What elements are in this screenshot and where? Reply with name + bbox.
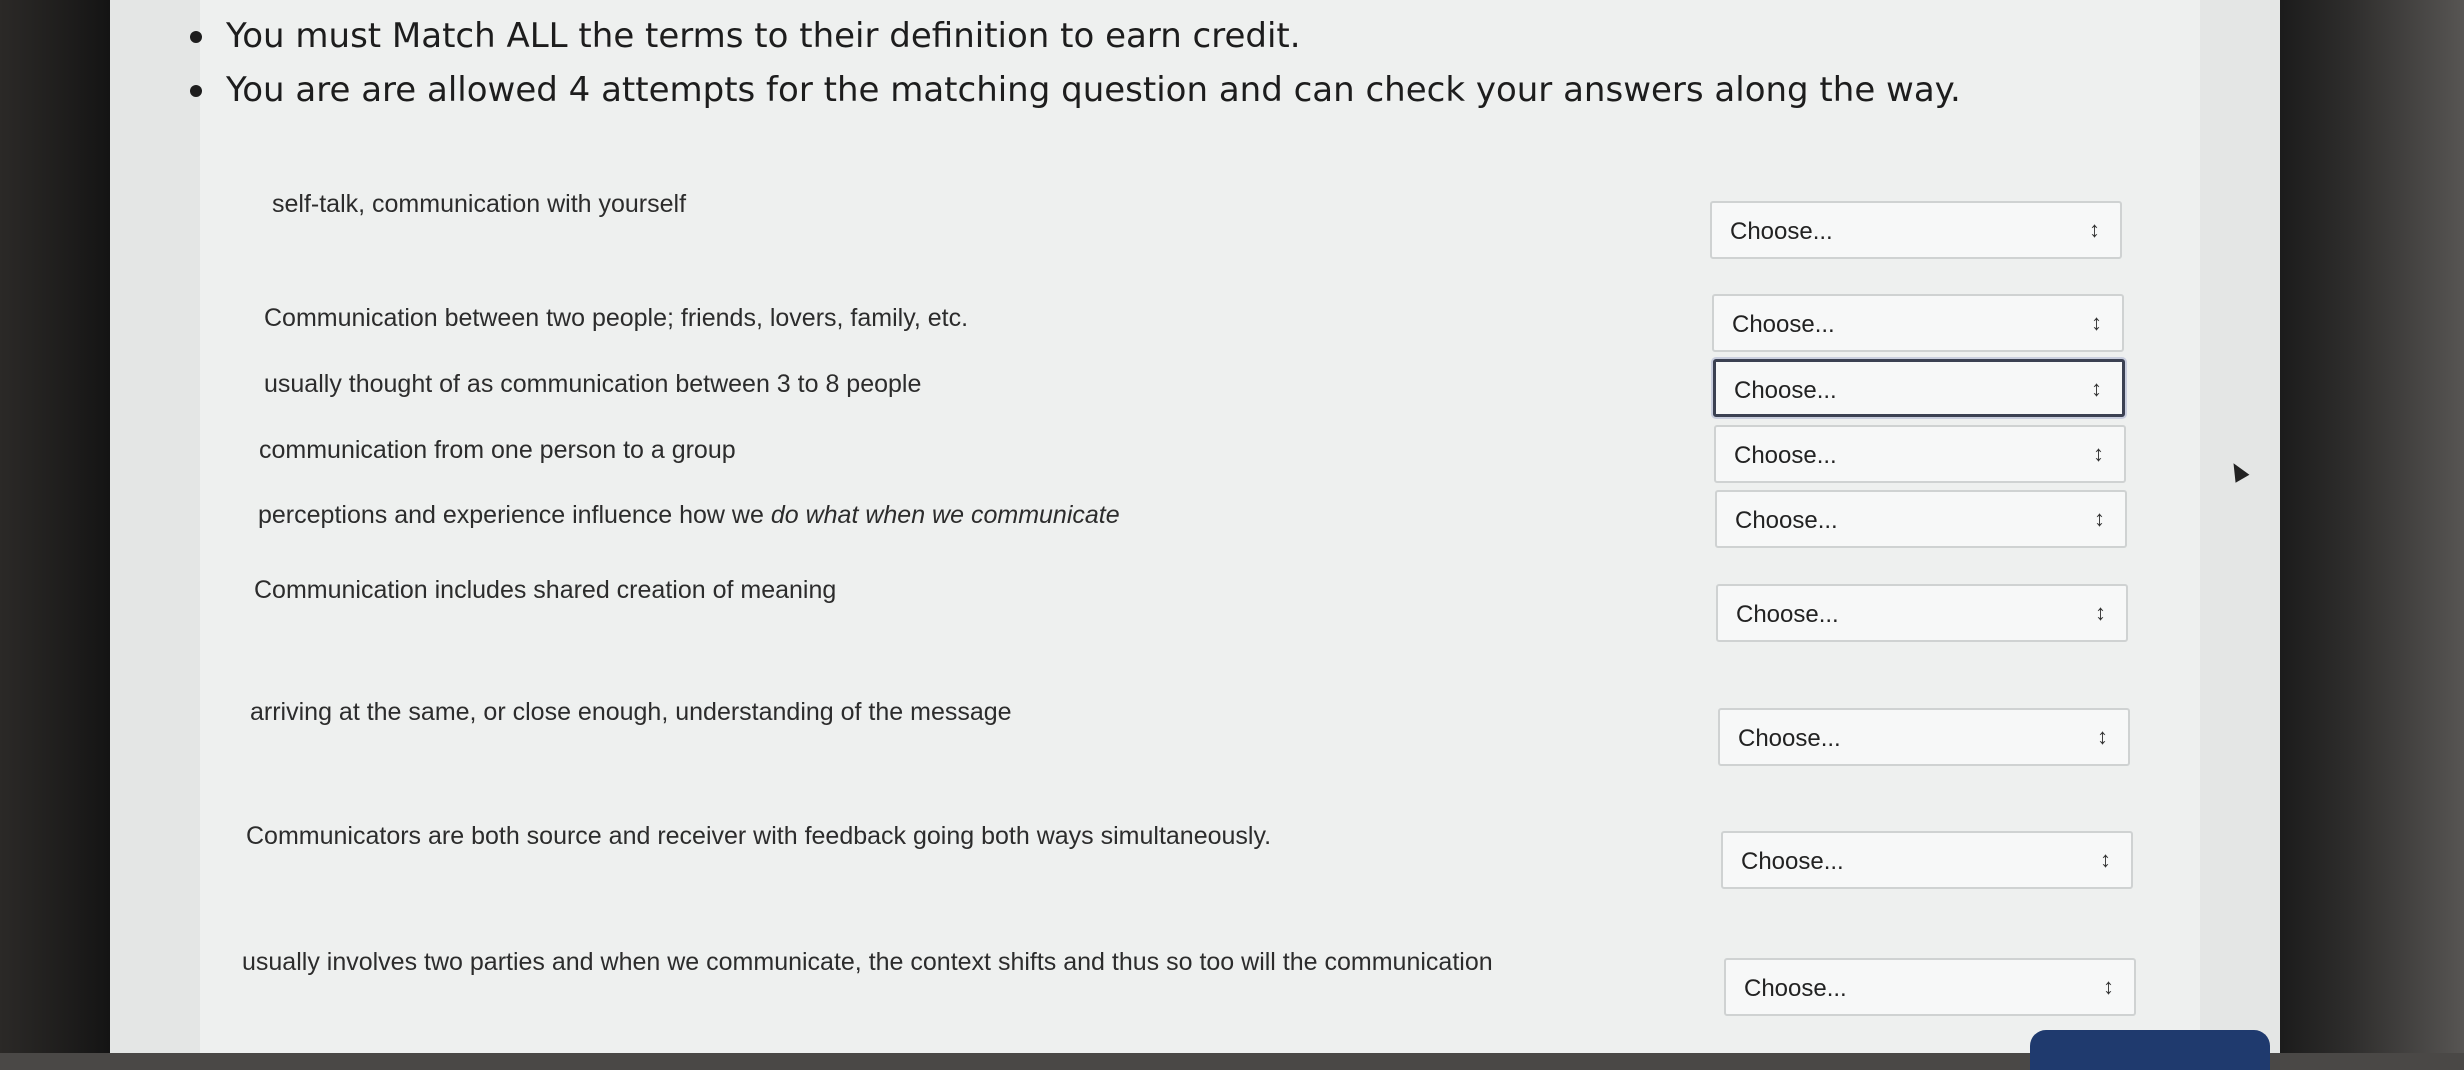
term-label: perceptions and experience influence how… [258, 501, 1120, 530]
updown-arrows-icon: ↕ [2095, 600, 2106, 625]
updown-arrows-icon: ↕ [2103, 974, 2114, 999]
select-value: Choose... [1735, 507, 1838, 534]
instruction-text: You must Match ALL the terms to their de… [226, 16, 1301, 56]
device-bezel-right [2274, 0, 2464, 1053]
select-value: Choose... [1736, 601, 1839, 628]
term-label: usually involves two parties and when we… [242, 948, 1493, 976]
instruction-text: You are are allowed 4 attempts for the m… [226, 70, 1961, 110]
instructions-list: You must Match ALL the terms to their de… [190, 12, 1961, 120]
select-value: Choose... [1734, 442, 1837, 469]
answer-select[interactable]: Choose... ↕ [1714, 425, 2126, 483]
select-value: Choose... [1734, 377, 1837, 404]
bullet-icon [190, 85, 202, 97]
answer-select[interactable]: Choose... ↕ [1710, 201, 2122, 259]
updown-arrows-icon: ↕ [2100, 847, 2111, 872]
updown-arrows-icon: ↕ [2093, 441, 2104, 466]
answer-select[interactable]: Choose... ↕ [1724, 958, 2136, 1016]
updown-arrows-icon: ↕ [2091, 376, 2102, 401]
answer-select[interactable]: Choose... ↕ [1718, 708, 2130, 766]
select-value: Choose... [1744, 975, 1847, 1002]
updown-arrows-icon: ↕ [2097, 724, 2108, 749]
select-value: Choose... [1741, 848, 1844, 875]
term-label: self-talk, communication with yourself [272, 190, 687, 218]
answer-select-focused[interactable]: Choose... ↕ [1713, 359, 2125, 417]
select-value: Choose... [1730, 218, 1833, 245]
term-label: arriving at the same, or close enough, u… [250, 698, 1012, 726]
answer-select[interactable]: Choose... ↕ [1716, 584, 2128, 642]
term-label: usually thought of as communication betw… [264, 370, 922, 398]
select-value: Choose... [1738, 725, 1841, 752]
answer-select[interactable]: Choose... ↕ [1712, 294, 2124, 352]
instruction-item: You must Match ALL the terms to their de… [190, 12, 1961, 66]
submit-button[interactable] [2030, 1030, 2270, 1070]
device-bezel-left [0, 0, 110, 1053]
term-label: communication from one person to a group [259, 436, 736, 464]
term-label: Communication includes shared creation o… [254, 576, 837, 604]
answer-select[interactable]: Choose... ↕ [1721, 831, 2133, 889]
select-value: Choose... [1732, 311, 1835, 338]
updown-arrows-icon: ↕ [2094, 506, 2105, 531]
term-label: Communication between two people; friend… [264, 304, 969, 332]
updown-arrows-icon: ↕ [2089, 217, 2100, 242]
bullet-icon [190, 31, 202, 43]
term-text: perceptions and experience influence how… [258, 501, 771, 529]
term-label: Communicators are both source and receiv… [246, 822, 1272, 850]
answer-select[interactable]: Choose... ↕ [1715, 490, 2127, 548]
term-emphasis: do what when we communicate [770, 501, 1120, 529]
updown-arrows-icon: ↕ [2091, 310, 2102, 335]
instruction-item: You are are allowed 4 attempts for the m… [190, 66, 1961, 120]
